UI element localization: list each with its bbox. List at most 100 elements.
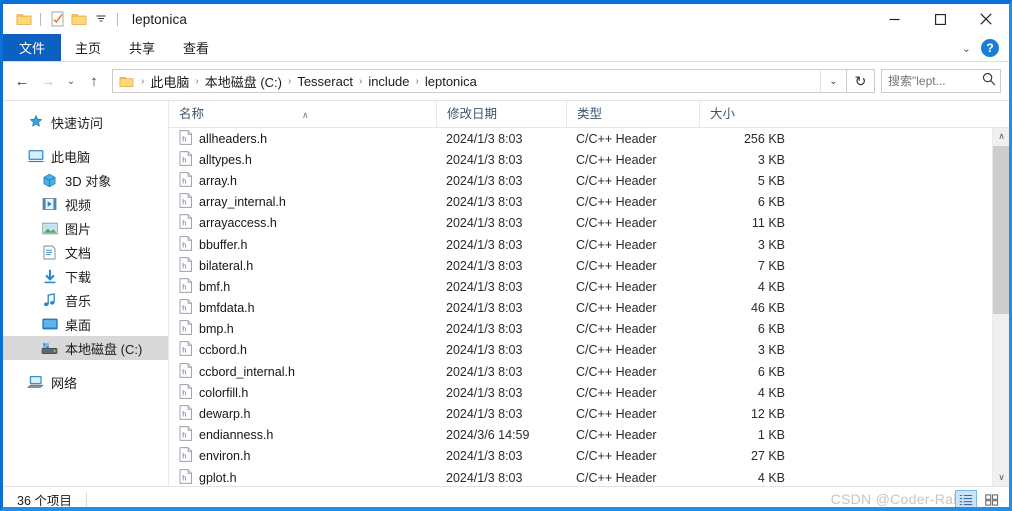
- file-name-label: bmfdata.h: [199, 301, 255, 316]
- table-row[interactable]: h gplot.h 2024/1/3 8:03 C/C++ Header 4 KB: [169, 467, 992, 486]
- tab-file[interactable]: 文件: [3, 34, 61, 61]
- breadcrumb-item-leptonica[interactable]: leptonica: [422, 74, 480, 89]
- svg-text:h: h: [182, 176, 186, 185]
- sidebar-item-this-pc[interactable]: 此电脑: [3, 144, 168, 168]
- scroll-up-button[interactable]: ∧: [993, 128, 1009, 145]
- new-folder-icon[interactable]: [68, 8, 90, 30]
- sidebar-item-videos[interactable]: 视频: [3, 192, 168, 216]
- cell-file-name: h array_internal.h: [169, 193, 436, 211]
- table-row[interactable]: h bilateral.h 2024/1/3 8:03 C/C++ Header 7 K…: [169, 255, 992, 276]
- breadcrumb-separator-4[interactable]: ›: [413, 76, 422, 87]
- breadcrumb-dropdown-icon[interactable]: ⌄: [820, 70, 846, 92]
- maximize-button[interactable]: [917, 4, 963, 34]
- cell-date-modified: 2024/1/3 8:03: [446, 449, 523, 464]
- breadcrumb[interactable]: › 此电脑 › 本地磁盘 (C:) › Tesseract › include …: [112, 69, 847, 93]
- table-row[interactable]: h bmf.h 2024/1/3 8:03 C/C++ Header 4 KB: [169, 276, 992, 297]
- tab-view[interactable]: 查看: [169, 34, 223, 61]
- cell-file-name: h bilateral.h: [169, 257, 436, 275]
- table-row[interactable]: h ccbord_internal.h 2024/1/3 8:03 C/C++ Hea…: [169, 361, 992, 382]
- refresh-button[interactable]: ↻: [847, 69, 875, 93]
- column-header-type[interactable]: 类型: [566, 101, 699, 128]
- scroll-down-button[interactable]: ∨: [993, 469, 1009, 486]
- table-row[interactable]: h allheaders.h 2024/1/3 8:03 C/C++ Header 25…: [169, 128, 992, 149]
- minimize-button[interactable]: [871, 4, 917, 34]
- sidebar-gap-1: [3, 134, 168, 144]
- column-header-name[interactable]: 名称 ∧: [169, 101, 436, 128]
- chevron-down-icon[interactable]: ⌄: [962, 42, 971, 55]
- cell-file-type: C/C++ Header: [576, 385, 657, 400]
- svg-text:h: h: [182, 219, 186, 228]
- sidebar-item-local-disk-c[interactable]: 本地磁盘 (C:): [3, 336, 168, 360]
- breadcrumb-item-tesseract[interactable]: Tesseract: [294, 74, 356, 89]
- sidebar-label-this-pc: 此电脑: [51, 149, 91, 165]
- recent-locations-chevron-icon[interactable]: ⌄: [61, 66, 81, 96]
- tab-share[interactable]: 共享: [115, 34, 169, 61]
- downloads-icon: [41, 268, 58, 285]
- sidebar-item-pictures[interactable]: 图片: [3, 216, 168, 240]
- tab-home[interactable]: 主页: [61, 34, 115, 61]
- search-icon[interactable]: [982, 72, 996, 91]
- column-header-size[interactable]: 大小: [699, 101, 791, 128]
- sidebar-item-quick-access[interactable]: 快速访问: [3, 110, 168, 134]
- videos-icon: [41, 196, 58, 213]
- close-button[interactable]: [963, 4, 1009, 34]
- table-row[interactable]: h arrayaccess.h 2024/1/3 8:03 C/C++ Header 1…: [169, 213, 992, 234]
- breadcrumb-item-this-pc[interactable]: 此电脑: [147, 72, 192, 91]
- breadcrumb-item-include[interactable]: include: [365, 74, 412, 89]
- file-rows-container: h allheaders.h 2024/1/3 8:03 C/C++ Header 25…: [169, 128, 992, 486]
- table-row[interactable]: h bbuffer.h 2024/1/3 8:03 C/C++ Header 3 KB: [169, 234, 992, 255]
- sidebar-item-desktop[interactable]: 桌面: [3, 312, 168, 336]
- c-header-file-icon: h: [179, 193, 193, 211]
- cell-file-name: h bmp.h: [169, 320, 436, 338]
- customize-qat-chevron-icon[interactable]: [90, 8, 112, 30]
- pictures-icon: [41, 220, 58, 237]
- file-list-scrollbar[interactable]: ∧ ∨: [992, 128, 1009, 486]
- window-controls: [871, 4, 1009, 34]
- up-button[interactable]: ↑: [81, 66, 107, 96]
- sidebar-item-downloads[interactable]: 下载: [3, 264, 168, 288]
- back-button[interactable]: ←: [9, 66, 35, 96]
- svg-text:h: h: [182, 409, 186, 418]
- table-row[interactable]: h endianness.h 2024/3/6 14:59 C/C++ Header 1…: [169, 425, 992, 446]
- svg-text:h: h: [182, 261, 186, 270]
- table-row[interactable]: h bmfdata.h 2024/1/3 8:03 C/C++ Header 46 KB: [169, 298, 992, 319]
- scrollbar-thumb[interactable]: [993, 146, 1009, 314]
- table-row[interactable]: h bmp.h 2024/1/3 8:03 C/C++ Header 6 KB: [169, 319, 992, 340]
- large-icons-view-icon[interactable]: [981, 490, 1003, 507]
- this-pc-icon: [27, 148, 44, 165]
- details-view-icon[interactable]: [955, 490, 977, 507]
- breadcrumb-item-local-disk[interactable]: 本地磁盘 (C:): [202, 72, 285, 91]
- table-row[interactable]: h array_internal.h 2024/1/3 8:03 C/C++ Head…: [169, 192, 992, 213]
- column-header-date-modified[interactable]: 修改日期: [436, 101, 566, 128]
- cell-file-size: 6 KB: [757, 195, 785, 210]
- cell-file-name: h allheaders.h: [169, 129, 436, 148]
- breadcrumb-separator-2[interactable]: ›: [285, 76, 294, 87]
- help-icon[interactable]: ?: [981, 39, 999, 57]
- file-list-pane: 名称 ∧ 修改日期 类型 大小 h allheaders.h 2024/1/3 8:…: [169, 101, 1009, 486]
- svg-text:h: h: [182, 134, 186, 143]
- folder-icon[interactable]: [13, 8, 35, 30]
- svg-text:h: h: [182, 388, 186, 397]
- file-name-label: allheaders.h: [199, 131, 268, 146]
- breadcrumb-folder-icon: [117, 73, 135, 89]
- search-input[interactable]: [888, 74, 982, 88]
- c-header-file-icon: h: [179, 405, 193, 423]
- properties-icon[interactable]: [46, 8, 68, 30]
- table-row[interactable]: h environ.h 2024/1/3 8:03 C/C++ Header 27 KB: [169, 446, 992, 467]
- table-row[interactable]: h ccbord.h 2024/1/3 8:03 C/C++ Header 3 KB: [169, 340, 992, 361]
- table-row[interactable]: h dewarp.h 2024/1/3 8:03 C/C++ Header 12 KB: [169, 403, 992, 424]
- cell-file-type: C/C++ Header: [576, 279, 657, 294]
- sidebar-item-documents[interactable]: 文档: [3, 240, 168, 264]
- sidebar-item-3d-objects[interactable]: 3D 对象: [3, 168, 168, 192]
- forward-button[interactable]: →: [35, 66, 61, 96]
- breadcrumb-separator-0[interactable]: ›: [138, 76, 147, 87]
- table-row[interactable]: h alltypes.h 2024/1/3 8:03 C/C++ Header 3 KB: [169, 149, 992, 170]
- cell-date-modified: 2024/1/3 8:03: [446, 343, 523, 358]
- table-row[interactable]: h array.h 2024/1/3 8:03 C/C++ Header 5 KB: [169, 170, 992, 191]
- breadcrumb-separator-1[interactable]: ›: [192, 76, 201, 87]
- sidebar-item-network[interactable]: 网络: [3, 370, 168, 394]
- table-row[interactable]: h colorfill.h 2024/1/3 8:03 C/C++ Header 4 K…: [169, 382, 992, 403]
- search-box[interactable]: [881, 69, 1001, 93]
- breadcrumb-separator-3[interactable]: ›: [356, 76, 365, 87]
- sidebar-item-music[interactable]: 音乐: [3, 288, 168, 312]
